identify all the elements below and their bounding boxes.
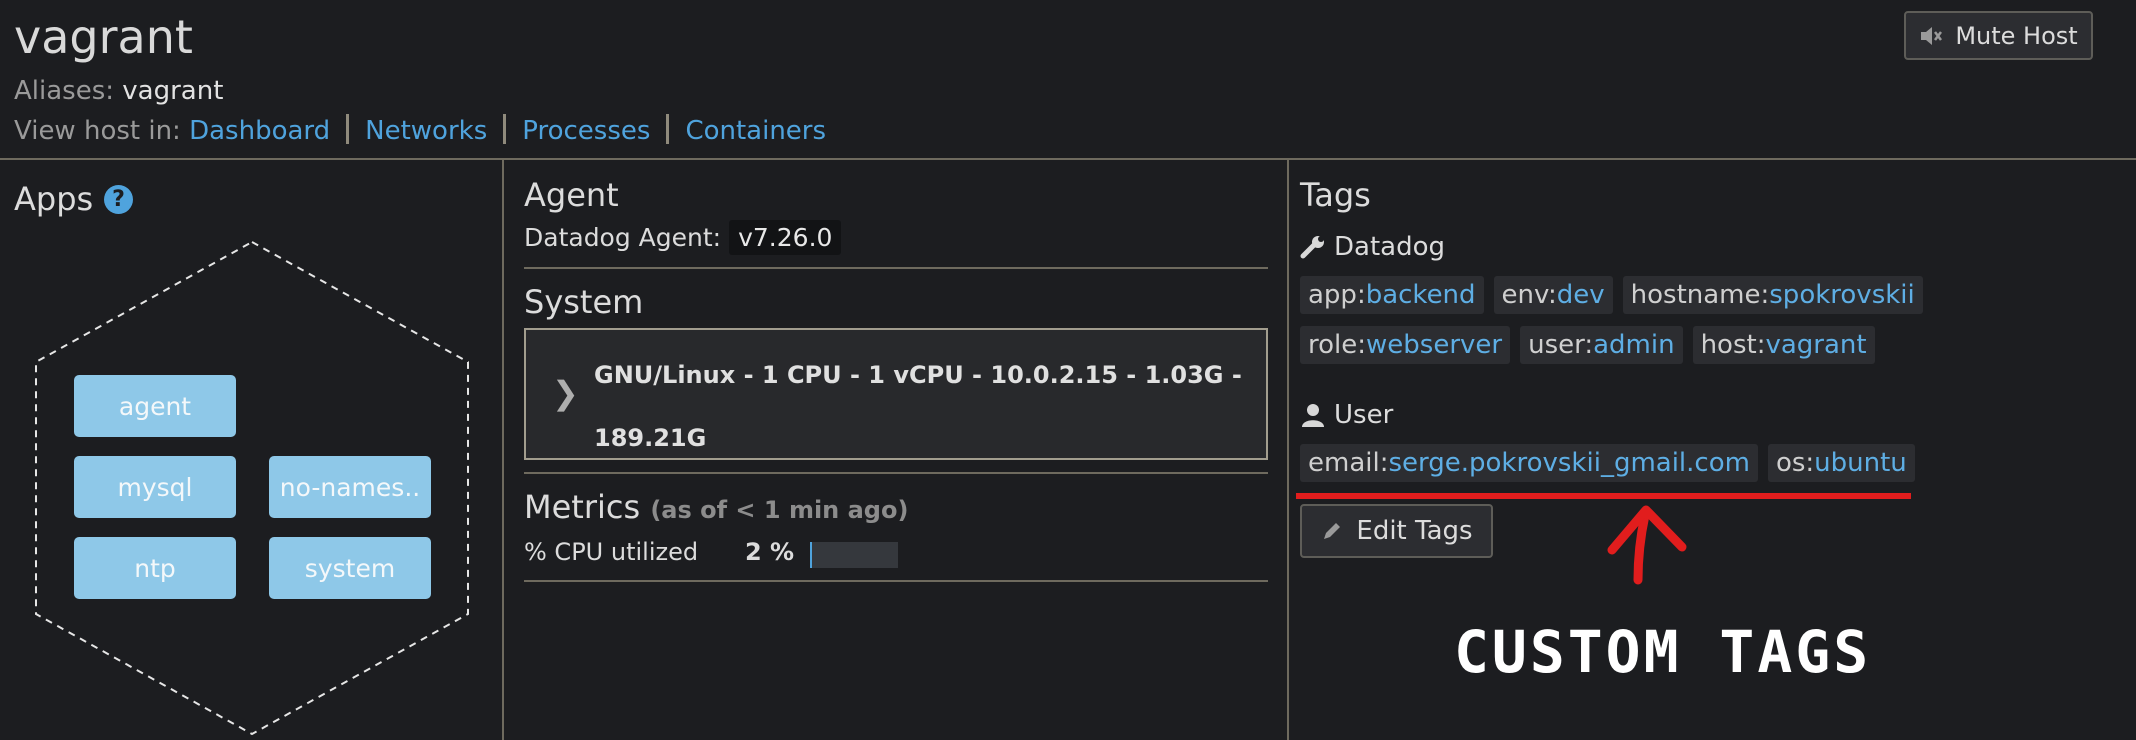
tag-chip[interactable]: user:admin bbox=[1520, 326, 1683, 364]
column-divider bbox=[1287, 160, 1289, 740]
tag-key: role: bbox=[1308, 330, 1367, 360]
app-tile[interactable]: mysql bbox=[74, 456, 236, 518]
tag-row: email:serge.pokrovskii_gmail.com os:ubun… bbox=[1300, 444, 1915, 482]
link-processes[interactable]: Processes bbox=[522, 116, 650, 146]
tag-key: email: bbox=[1308, 448, 1389, 478]
agent-title: Agent bbox=[524, 176, 619, 214]
tag-value: serge.pokrovskii_gmail.com bbox=[1388, 448, 1750, 478]
user-group-label: User bbox=[1334, 400, 1394, 430]
system-summary-row[interactable]: ❯ GNU/Linux - 1 CPU - 1 vCPU - 10.0.2.15… bbox=[524, 328, 1268, 460]
tag-key: env: bbox=[1501, 280, 1557, 310]
app-tile[interactable]: ntp bbox=[74, 537, 236, 599]
mute-host-button[interactable]: Mute Host bbox=[1904, 11, 2093, 60]
tag-chip[interactable]: hostname:spokrovskii bbox=[1622, 276, 1923, 314]
tag-value: vagrant bbox=[1765, 330, 1867, 360]
tag-value: admin bbox=[1593, 330, 1675, 360]
tag-chip[interactable]: os:ubuntu bbox=[1767, 444, 1915, 482]
app-tile[interactable]: no-names.. bbox=[269, 456, 431, 518]
tag-key: os: bbox=[1775, 448, 1815, 478]
annotation-label: CUSTOM TAGS bbox=[1454, 618, 1872, 686]
cpu-usage-bar bbox=[810, 542, 898, 568]
chevron-right-icon[interactable]: ❯ bbox=[552, 374, 579, 412]
mute-host-label: Mute Host bbox=[1955, 21, 2078, 50]
tag-value: ubuntu bbox=[1814, 448, 1907, 478]
agent-label: Datadog Agent: bbox=[524, 223, 722, 252]
user-tags-group: User bbox=[1300, 400, 1393, 430]
link-separator bbox=[503, 114, 507, 144]
tag-value: spokrovskii bbox=[1769, 280, 1915, 310]
cpu-usage-fill bbox=[810, 542, 812, 568]
metrics-title-text: Metrics bbox=[524, 488, 641, 526]
datadog-tags-group: Datadog bbox=[1300, 232, 1445, 262]
annotation-underline bbox=[1296, 493, 1911, 499]
tag-chip[interactable]: env:dev bbox=[1493, 276, 1613, 314]
tag-row: role:webserver user:admin host:vagrant bbox=[1300, 326, 1875, 364]
wrench-icon bbox=[1300, 236, 1324, 259]
tag-chip[interactable]: app:backend bbox=[1300, 276, 1484, 314]
section-divider bbox=[524, 267, 1268, 269]
tag-key: hostname: bbox=[1630, 280, 1770, 310]
section-divider bbox=[524, 472, 1268, 474]
tag-value: dev bbox=[1556, 280, 1605, 310]
agent-info: Datadog Agent: v7.26.0 bbox=[524, 220, 842, 255]
apps-hexagon-outline bbox=[35, 240, 469, 736]
app-tile[interactable]: system bbox=[269, 537, 431, 599]
system-title: System bbox=[524, 283, 644, 321]
user-icon bbox=[1302, 404, 1324, 427]
tags-title: Tags bbox=[1300, 176, 1371, 214]
tag-chip[interactable]: email:serge.pokrovskii_gmail.com bbox=[1300, 444, 1758, 482]
tag-value: webserver bbox=[1366, 330, 1503, 360]
column-divider bbox=[502, 160, 504, 740]
agent-version: v7.26.0 bbox=[729, 220, 842, 255]
speaker-mute-icon bbox=[1921, 26, 1943, 45]
metrics-title: Metrics (as of < 1 min ago) bbox=[524, 488, 908, 526]
metrics-as-of: (as of < 1 min ago) bbox=[650, 496, 909, 524]
system-spec: GNU/Linux - 1 CPU - 1 vCPU - 10.0.2.15 -… bbox=[594, 361, 1242, 452]
tag-key: app: bbox=[1308, 280, 1366, 310]
tag-value: backend bbox=[1365, 280, 1476, 310]
link-containers[interactable]: Containers bbox=[685, 116, 826, 146]
pencil-icon bbox=[1324, 523, 1341, 539]
edit-tags-button[interactable]: Edit Tags bbox=[1300, 504, 1493, 558]
tag-key: user: bbox=[1528, 330, 1594, 360]
app-tile[interactable]: agent bbox=[74, 375, 236, 437]
tag-key: host: bbox=[1700, 330, 1766, 360]
link-separator bbox=[666, 114, 670, 144]
cpu-value: 2 % bbox=[745, 538, 795, 566]
edit-tags-label: Edit Tags bbox=[1356, 516, 1473, 546]
tag-chip[interactable]: host:vagrant bbox=[1692, 326, 1875, 364]
tag-row: app:backend env:dev hostname:spokrovskii bbox=[1300, 276, 1923, 314]
tag-chip[interactable]: role:webserver bbox=[1300, 326, 1511, 364]
datadog-group-label: Datadog bbox=[1334, 232, 1445, 262]
cpu-label: % CPU utilized bbox=[524, 538, 699, 566]
section-divider bbox=[524, 580, 1268, 582]
